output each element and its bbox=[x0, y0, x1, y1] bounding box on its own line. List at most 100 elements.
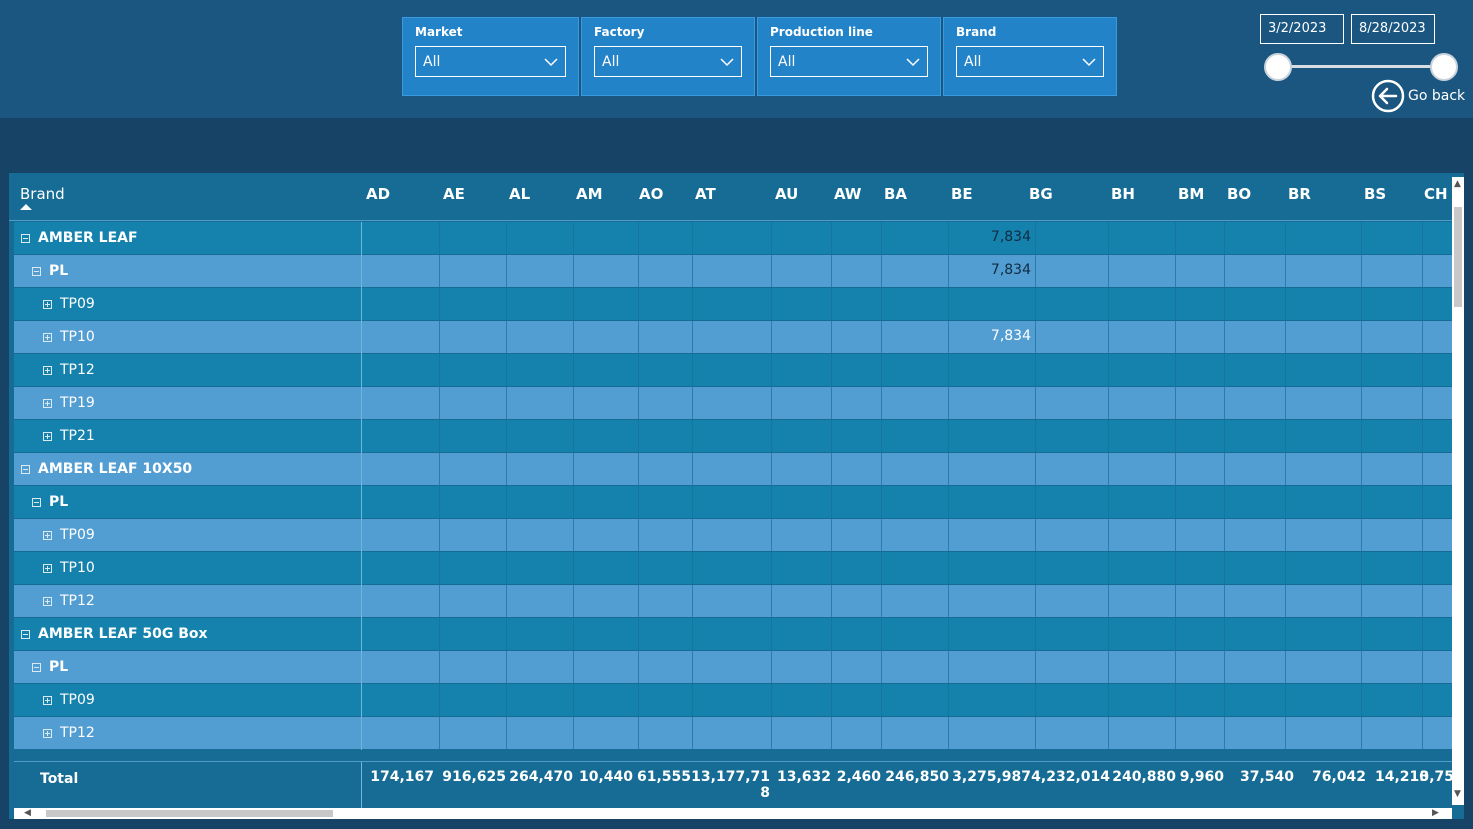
cell-divider bbox=[771, 651, 772, 684]
cell-divider bbox=[771, 288, 772, 321]
column-header-be[interactable]: BE bbox=[951, 173, 973, 221]
column-header-at[interactable]: AT bbox=[695, 173, 716, 221]
expand-icon[interactable] bbox=[43, 300, 52, 309]
production-line-slicer-title: Production line bbox=[770, 25, 873, 39]
collapse-icon[interactable] bbox=[32, 663, 41, 672]
row-label-text: TP12 bbox=[60, 725, 95, 741]
factory-dropdown[interactable]: All bbox=[594, 46, 742, 77]
column-header-ch[interactable]: CH bbox=[1424, 173, 1448, 221]
expand-icon[interactable] bbox=[43, 729, 52, 738]
end-date-input[interactable]: 8/28/2023 bbox=[1351, 14, 1435, 44]
column-header-bh[interactable]: BH bbox=[1111, 173, 1135, 221]
expand-icon[interactable] bbox=[43, 696, 52, 705]
date-slider-end-handle[interactable] bbox=[1430, 53, 1458, 81]
expand-icon[interactable] bbox=[43, 333, 52, 342]
cell-divider bbox=[506, 651, 507, 684]
table-row: TP12 bbox=[14, 717, 1452, 750]
row-label: TP09 bbox=[43, 519, 95, 552]
cell-value-be bbox=[946, 684, 1031, 717]
horizontal-scrollbar-thumb[interactable] bbox=[46, 810, 333, 817]
column-header-au[interactable]: AU bbox=[775, 173, 798, 221]
column-header-bo[interactable]: BO bbox=[1227, 173, 1251, 221]
cell-divider bbox=[1285, 585, 1286, 618]
cell-divider bbox=[1175, 420, 1176, 453]
column-header-ae[interactable]: AE bbox=[443, 173, 465, 221]
vertical-scrollbar[interactable]: ▲ ▼ bbox=[1452, 177, 1464, 805]
collapse-icon[interactable] bbox=[32, 498, 41, 507]
collapse-icon[interactable] bbox=[21, 630, 30, 639]
production-line-dropdown[interactable]: All bbox=[770, 46, 928, 77]
expand-icon[interactable] bbox=[43, 432, 52, 441]
column-header-aw[interactable]: AW bbox=[834, 173, 861, 221]
column-header-ba[interactable]: BA bbox=[884, 173, 907, 221]
cell-value-be: 7,834 bbox=[990, 328, 1031, 344]
row-label-text: PL bbox=[49, 659, 69, 675]
table-body: AMBER LEAF 7,834 PL 7,834 TP09 TP10 7,834 TP12 T… bbox=[14, 222, 1452, 750]
start-date-input[interactable]: 3/2/2023 bbox=[1260, 14, 1344, 44]
go-back-label: Go back bbox=[1408, 88, 1466, 104]
column-header-am[interactable]: AM bbox=[576, 173, 603, 221]
row-label-text: AMBER LEAF bbox=[38, 230, 138, 246]
collapse-icon[interactable] bbox=[21, 234, 30, 243]
scroll-down-icon[interactable]: ▼ bbox=[1454, 789, 1461, 799]
cell-divider bbox=[1108, 684, 1109, 717]
table-header: Brand AD AE AL AM AO AT AU AW BA BE BG BH BM BO BR BS CH bbox=[9, 173, 1452, 221]
column-header-al[interactable]: AL bbox=[509, 173, 530, 221]
collapse-icon[interactable] bbox=[21, 465, 30, 474]
date-slider-track[interactable] bbox=[1280, 65, 1444, 68]
cell-divider bbox=[1285, 519, 1286, 552]
cell-divider bbox=[638, 354, 639, 387]
vertical-scrollbar-thumb[interactable] bbox=[1454, 207, 1462, 307]
expand-icon[interactable] bbox=[43, 564, 52, 573]
expand-icon[interactable] bbox=[43, 531, 52, 540]
cell-divider bbox=[1108, 255, 1109, 288]
horizontal-scrollbar[interactable]: ◀ ▶ bbox=[14, 808, 1452, 819]
brand-dropdown-value: All bbox=[964, 53, 982, 70]
cell-divider bbox=[1422, 354, 1423, 387]
cell-divider bbox=[1175, 519, 1176, 552]
cell-divider bbox=[1224, 717, 1225, 750]
brand-column-header[interactable]: Brand bbox=[20, 173, 65, 221]
column-header-ao[interactable]: AO bbox=[639, 173, 663, 221]
collapse-icon[interactable] bbox=[32, 267, 41, 276]
cell-divider bbox=[506, 717, 507, 750]
cell-divider bbox=[573, 222, 574, 255]
brand-dropdown[interactable]: All bbox=[956, 46, 1104, 77]
cell-divider bbox=[831, 387, 832, 420]
market-dropdown[interactable]: All bbox=[415, 46, 566, 77]
date-slider-start-handle[interactable] bbox=[1264, 53, 1292, 81]
expand-icon[interactable] bbox=[43, 366, 52, 375]
row-cells bbox=[14, 387, 1452, 420]
column-header-ad[interactable]: AD bbox=[366, 173, 390, 221]
cell-divider bbox=[1285, 651, 1286, 684]
cell-divider bbox=[361, 486, 362, 519]
scroll-left-icon[interactable]: ◀ bbox=[24, 808, 31, 818]
market-dropdown-value: All bbox=[423, 53, 441, 70]
scroll-up-icon[interactable]: ▲ bbox=[1454, 179, 1461, 189]
cell-divider bbox=[1224, 453, 1225, 486]
cell-divider bbox=[881, 453, 882, 486]
cell-divider bbox=[361, 585, 362, 618]
cell-divider bbox=[1361, 354, 1362, 387]
column-header-bm[interactable]: BM bbox=[1178, 173, 1204, 221]
column-header-bg[interactable]: BG bbox=[1029, 173, 1053, 221]
cell-divider bbox=[1224, 354, 1225, 387]
column-header-br[interactable]: BR bbox=[1288, 173, 1311, 221]
expand-icon[interactable] bbox=[43, 597, 52, 606]
cell-divider bbox=[1035, 717, 1036, 750]
go-back-button[interactable]: Go back bbox=[1371, 79, 1465, 113]
cell-divider bbox=[439, 684, 440, 717]
cell-divider bbox=[771, 354, 772, 387]
cell-value-be bbox=[946, 618, 1031, 651]
row-cells bbox=[14, 618, 1452, 651]
expand-icon[interactable] bbox=[43, 399, 52, 408]
cell-divider bbox=[1224, 585, 1225, 618]
cell-value-be bbox=[946, 354, 1031, 387]
scroll-right-icon[interactable]: ▶ bbox=[1432, 808, 1439, 818]
cell-divider bbox=[1361, 222, 1362, 255]
cell-divider bbox=[1285, 618, 1286, 651]
cell-divider bbox=[638, 552, 639, 585]
cell-divider bbox=[831, 288, 832, 321]
cell-divider bbox=[439, 717, 440, 750]
column-header-bs[interactable]: BS bbox=[1364, 173, 1386, 221]
